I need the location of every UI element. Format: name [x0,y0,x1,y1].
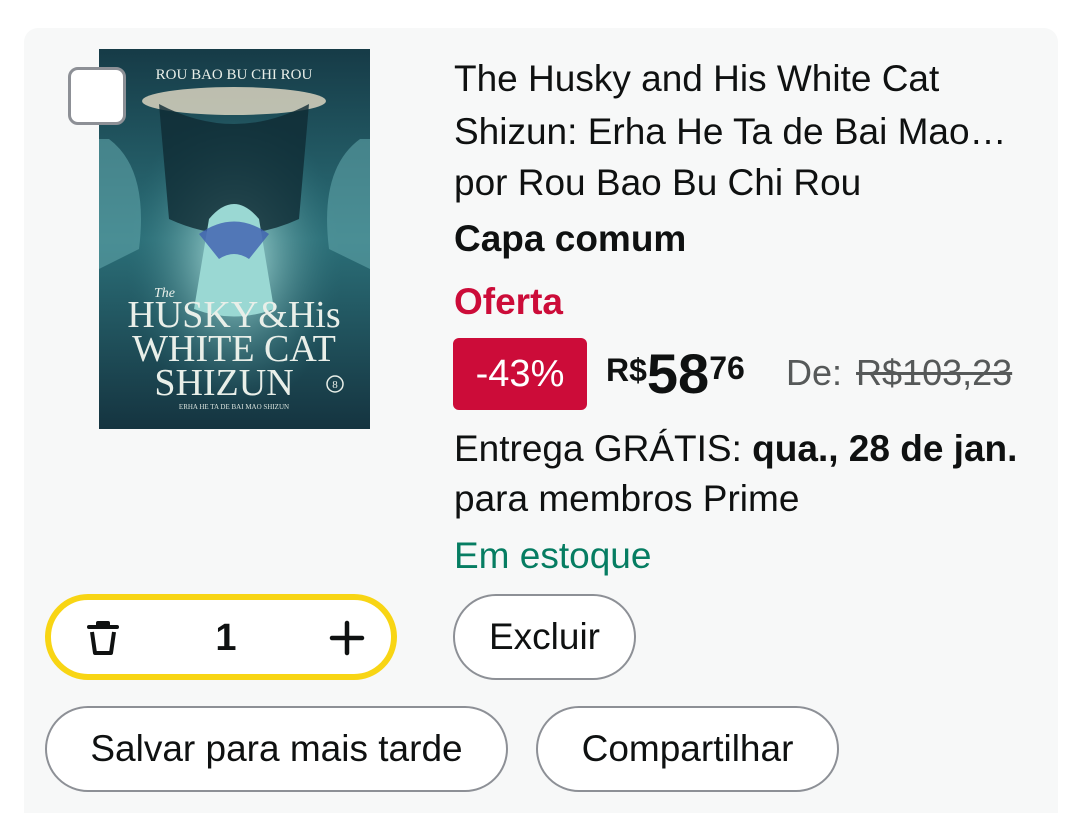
delivery-prefix: Entrega GRÁTIS: [454,428,753,469]
save-for-later-button[interactable]: Salvar para mais tarde [45,706,508,792]
cover-volume: 8 [332,379,338,391]
delivery-suffix: para membros Prime [454,478,800,519]
delivery-info: Entrega GRÁTIS: qua., 28 de jan. para me… [454,424,1034,524]
delete-button[interactable]: Excluir [453,594,636,680]
stock-status: Em estoque [454,535,652,576]
trash-icon[interactable] [83,618,123,658]
product-author: por Rou Bao Bu Chi Rou [454,162,862,203]
book-cover-image[interactable]: ROU BAO BU CHI ROU The HUSKY&His WHITE C… [99,49,370,429]
list-price: De: R$103,23 [786,352,1012,394]
list-price-label: De: [786,352,843,393]
cover-subtitle: ERHA HE TA DE BAI MAO SHIZUN [179,403,289,411]
delivery-date: qua., 28 de jan. [752,428,1018,469]
discount-badge: -43% [453,338,587,410]
deal-label: Oferta [454,281,563,322]
product-format: Capa comum [454,218,687,259]
plus-icon[interactable] [327,618,367,658]
select-item-checkbox[interactable] [68,67,126,125]
price-fraction: 76 [709,350,745,386]
product-title-line-2[interactable]: Shizun: Erha He Ta de Bai Mao… [454,105,1034,158]
list-price-value: R$103,23 [856,352,1013,393]
cover-author-text: ROU BAO BU CHI ROU [156,67,313,83]
price-whole: 58 [646,342,710,405]
product-title-line-1[interactable]: The Husky and His White Cat [454,52,1034,105]
current-price: R$5876 [606,342,745,412]
quantity-value: 1 [215,617,237,659]
share-button[interactable]: Compartilhar [536,706,839,792]
price-currency: R$ [606,352,647,388]
cover-title-shizun: SHIZUN [154,362,293,404]
product-title[interactable]: The Husky and His White Cat Shizun: Erha… [454,52,1044,158]
quantity-stepper: 1 [45,594,397,680]
